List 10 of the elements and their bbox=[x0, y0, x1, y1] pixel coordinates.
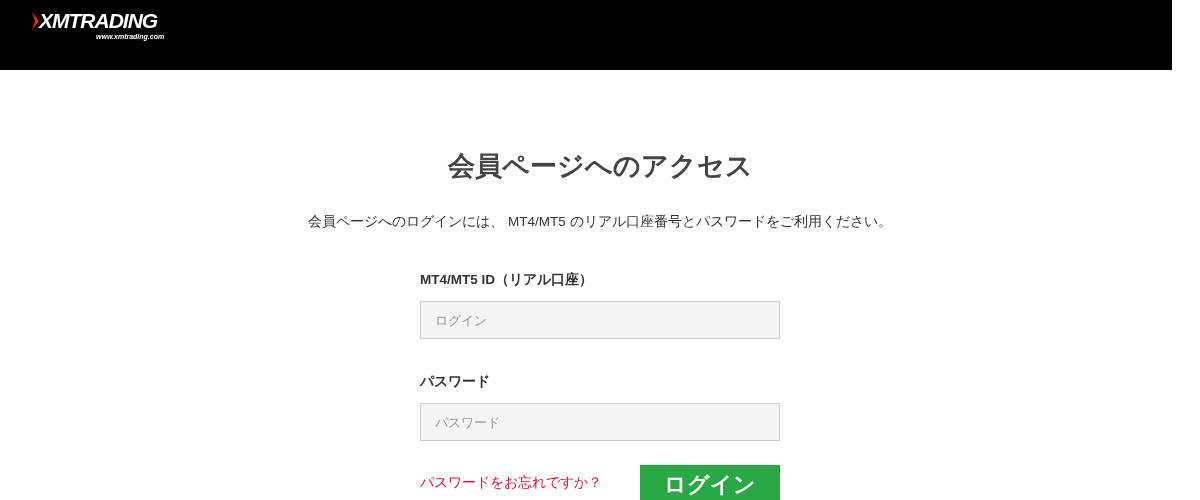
password-field[interactable]: パスワード bbox=[420, 403, 780, 441]
logo-mark-icon bbox=[32, 12, 39, 30]
login-field[interactable]: ログイン bbox=[420, 301, 780, 339]
field-label: パスワード bbox=[420, 374, 490, 389]
login-button[interactable]: ログイン bbox=[640, 465, 780, 500]
page-title: 会員ページへのアクセス bbox=[446, 150, 754, 183]
logo-text: XMTRADING bbox=[39, 10, 158, 32]
field-label: MT4/MT5 ID（リアル口座） bbox=[420, 272, 593, 287]
forgot-password-link[interactable]: パスワードをお忘れですか？ bbox=[420, 472, 602, 493]
intro-text: 会員ページへのログインには、 MT4/MT5 のリアル口座番号とパスワードをご利用ください。 bbox=[308, 214, 892, 229]
